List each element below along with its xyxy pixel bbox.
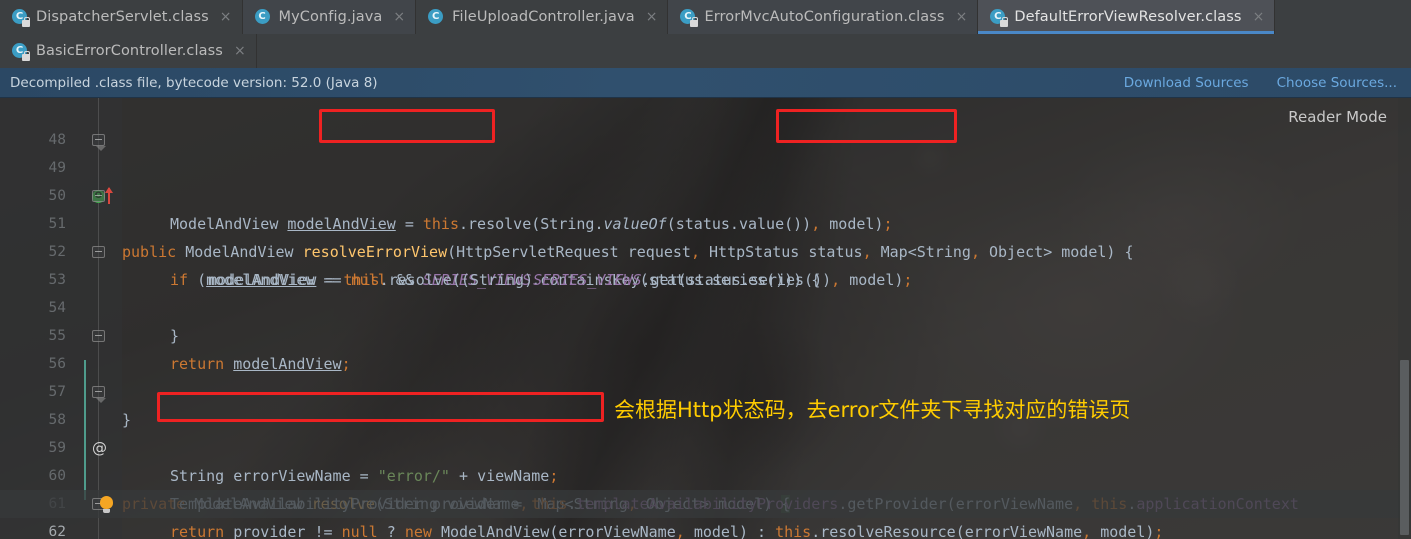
tab-label: ErrorMvcAutoConfiguration.class xyxy=(704,9,945,25)
close-icon[interactable]: × xyxy=(646,10,658,24)
fold-region-icon xyxy=(92,190,105,202)
code-line[interactable]: 56 } xyxy=(0,322,1411,429)
reader-mode-button[interactable]: Reader Mode xyxy=(1282,106,1393,128)
chinese-annotation-note: 会根据Http状态码，去error文件夹下寻找对应的错误页 xyxy=(614,398,1131,422)
java-file-icon: C xyxy=(428,8,445,26)
editor-tab-row-2: C BasicErrorController.class × xyxy=(0,34,1411,68)
tab-row-filler xyxy=(256,34,1411,68)
notification-message: Decompiled .class file, bytecode version… xyxy=(10,74,378,91)
tab-label: BasicErrorController.class xyxy=(36,43,223,59)
close-icon[interactable]: × xyxy=(956,10,968,24)
choose-sources-link[interactable]: Choose Sources... xyxy=(1277,75,1397,91)
code-line[interactable]: 55 return modelAndView; xyxy=(0,294,1411,373)
editor-vertical-scrollbar[interactable] xyxy=(1398,98,1411,539)
tab-row-filler xyxy=(1275,0,1411,34)
code-line[interactable]: 54 xyxy=(0,266,1411,316)
intention-bulb-icon[interactable] xyxy=(100,496,113,513)
code-line[interactable]: 60 TemplateAvailabilityProvider provider… xyxy=(0,434,1411,513)
code-editor[interactable]: 48 49 O public ModelAndView resolveError… xyxy=(0,98,1411,539)
fold-region-icon xyxy=(92,246,105,258)
java-file-icon: C xyxy=(254,8,272,26)
code-line[interactable]: 48 xyxy=(0,98,1411,148)
code-line[interactable]: 61 return provider != null ? new ModelAn… xyxy=(0,462,1411,539)
tab-label: FileUploadController.java xyxy=(452,9,635,25)
close-icon[interactable]: × xyxy=(234,44,246,58)
java-class-icon: C xyxy=(990,8,1009,27)
editor-tab-row-1: C DispatcherServlet.class × C MyConfig.j… xyxy=(0,0,1411,34)
code-line-current[interactable]: 62 } xyxy=(0,490,1411,539)
java-class-icon: C xyxy=(12,8,30,27)
code-line[interactable]: 51 if (modelAndView == null && SERIES_VI… xyxy=(0,182,1411,289)
close-icon[interactable]: × xyxy=(393,10,405,24)
decompiled-notification-bar: Decompiled .class file, bytecode version… xyxy=(0,68,1411,98)
tab-defaulterrorviewresolver-class[interactable]: C DefaultErrorViewResolver.class × xyxy=(978,0,1276,34)
fold-region-icon xyxy=(92,386,106,403)
code-line[interactable]: 50 ModelAndView modelAndView = this.reso… xyxy=(0,154,1411,233)
tab-fileuploadcontroller-java[interactable]: C FileUploadController.java × xyxy=(416,0,669,34)
tab-errormvcautoconfiguration-class[interactable]: C ErrorMvcAutoConfiguration.class × xyxy=(668,0,979,34)
fold-region-icon xyxy=(92,330,105,342)
tab-myconfig-java[interactable]: C MyConfig.java × xyxy=(242,0,417,34)
code-line[interactable]: 52 modelAndView = this.resolve((String)S… xyxy=(0,210,1411,289)
tab-label: DefaultErrorViewResolver.class xyxy=(1014,9,1242,25)
tab-dispatcherservlet-class[interactable]: C DispatcherServlet.class × xyxy=(0,0,243,34)
fold-region-icon xyxy=(92,134,106,151)
scrollbar-thumb[interactable] xyxy=(1400,360,1409,535)
code-line[interactable]: 49 O public ModelAndView resolveErrorVie… xyxy=(0,126,1411,261)
tab-basicerrorcontroller-class[interactable]: C BasicErrorController.class × xyxy=(0,34,257,68)
close-icon[interactable]: × xyxy=(1253,10,1265,24)
code-line[interactable]: 57 xyxy=(0,350,1411,400)
code-line[interactable]: 63 xyxy=(0,518,1411,539)
download-sources-link[interactable]: Download Sources xyxy=(1124,75,1249,91)
ide-window: C DispatcherServlet.class × C MyConfig.j… xyxy=(0,0,1411,539)
code-lines[interactable]: 48 49 O public ModelAndView resolveError… xyxy=(0,98,1411,539)
java-class-icon: C xyxy=(680,8,699,27)
tab-label: MyConfig.java xyxy=(278,9,383,25)
java-class-icon: C xyxy=(12,42,30,61)
close-icon[interactable]: × xyxy=(220,10,232,24)
tab-label: DispatcherServlet.class xyxy=(36,9,209,25)
code-line[interactable]: 53 } xyxy=(0,238,1411,345)
